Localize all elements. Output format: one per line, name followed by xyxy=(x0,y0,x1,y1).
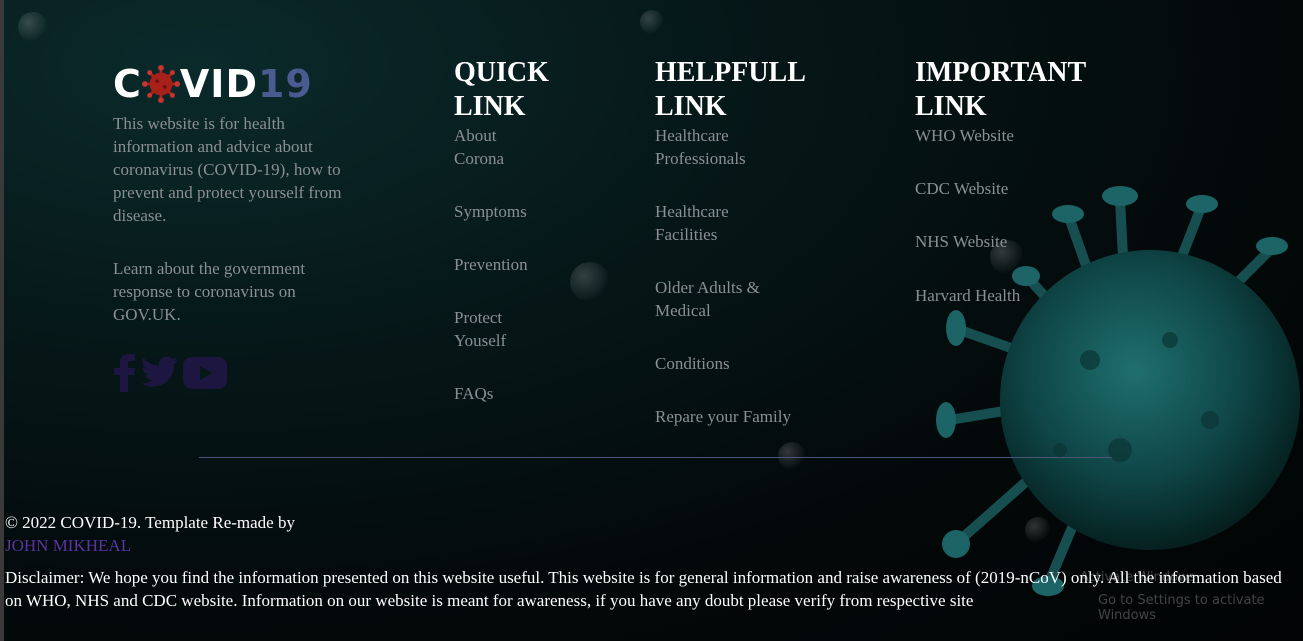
author-link[interactable]: JOHN MIKHEAL xyxy=(5,534,131,557)
bubble xyxy=(570,262,610,302)
quick-link-symptoms[interactable]: Symptoms xyxy=(454,200,527,223)
footer-divider xyxy=(199,457,1112,458)
about-description: This website is for health information a… xyxy=(113,114,342,225)
left-edge xyxy=(0,0,4,641)
brand-text-vid: VID xyxy=(179,62,258,106)
helpful-link-healthcare-facilities[interactable]: Healthcare Facilities xyxy=(655,200,765,246)
helpful-link-older-adults[interactable]: Older Adults & Medical xyxy=(655,276,795,322)
youtube-icon[interactable] xyxy=(183,357,227,394)
facebook-icon[interactable] xyxy=(113,354,137,397)
important-link-who[interactable]: WHO Website xyxy=(915,124,1014,147)
important-link-harvard[interactable]: Harvard Health xyxy=(915,284,1020,307)
quick-link-protect-yourself[interactable]: Protect Youself xyxy=(454,306,544,352)
quick-link-faqs[interactable]: FAQs xyxy=(454,382,493,405)
virus-o-icon xyxy=(141,64,180,103)
bubble xyxy=(640,10,664,34)
bubble xyxy=(18,12,48,42)
activate-windows-title: Activate Windows xyxy=(1080,570,1196,585)
helpful-link-repare-family[interactable]: Repare your Family xyxy=(655,405,791,428)
helpful-link-conditions[interactable]: Conditions xyxy=(655,352,730,375)
brand-logo[interactable]: C VID19 xyxy=(113,62,313,106)
important-link-cdc[interactable]: CDC Website xyxy=(915,177,1008,200)
brand-text-19: 19 xyxy=(257,62,313,106)
twitter-icon[interactable] xyxy=(141,356,179,395)
helpful-link-healthcare-professionals[interactable]: Healthcare Professionals xyxy=(655,124,785,170)
important-link-nhs[interactable]: NHS Website xyxy=(915,230,1007,253)
quick-link-title: QUICK LINK xyxy=(454,57,549,122)
gov-text: Learn about the government response to c… xyxy=(113,259,306,324)
bubble xyxy=(778,442,806,470)
quick-link-about-corona[interactable]: About Corona xyxy=(454,124,544,170)
brand-text-c: C xyxy=(113,62,142,106)
social-links xyxy=(113,354,227,397)
helpful-link-title: HELPFULL LINK xyxy=(655,57,805,122)
important-link-title: IMPORTANT LINK xyxy=(915,57,1086,122)
quick-link-prevention[interactable]: Prevention xyxy=(454,253,528,276)
activate-windows-subtitle: Go to Settings to activate Windows xyxy=(1098,593,1265,623)
copyright-text: © 2022 COVID-19. Template Re-made by xyxy=(5,513,295,532)
